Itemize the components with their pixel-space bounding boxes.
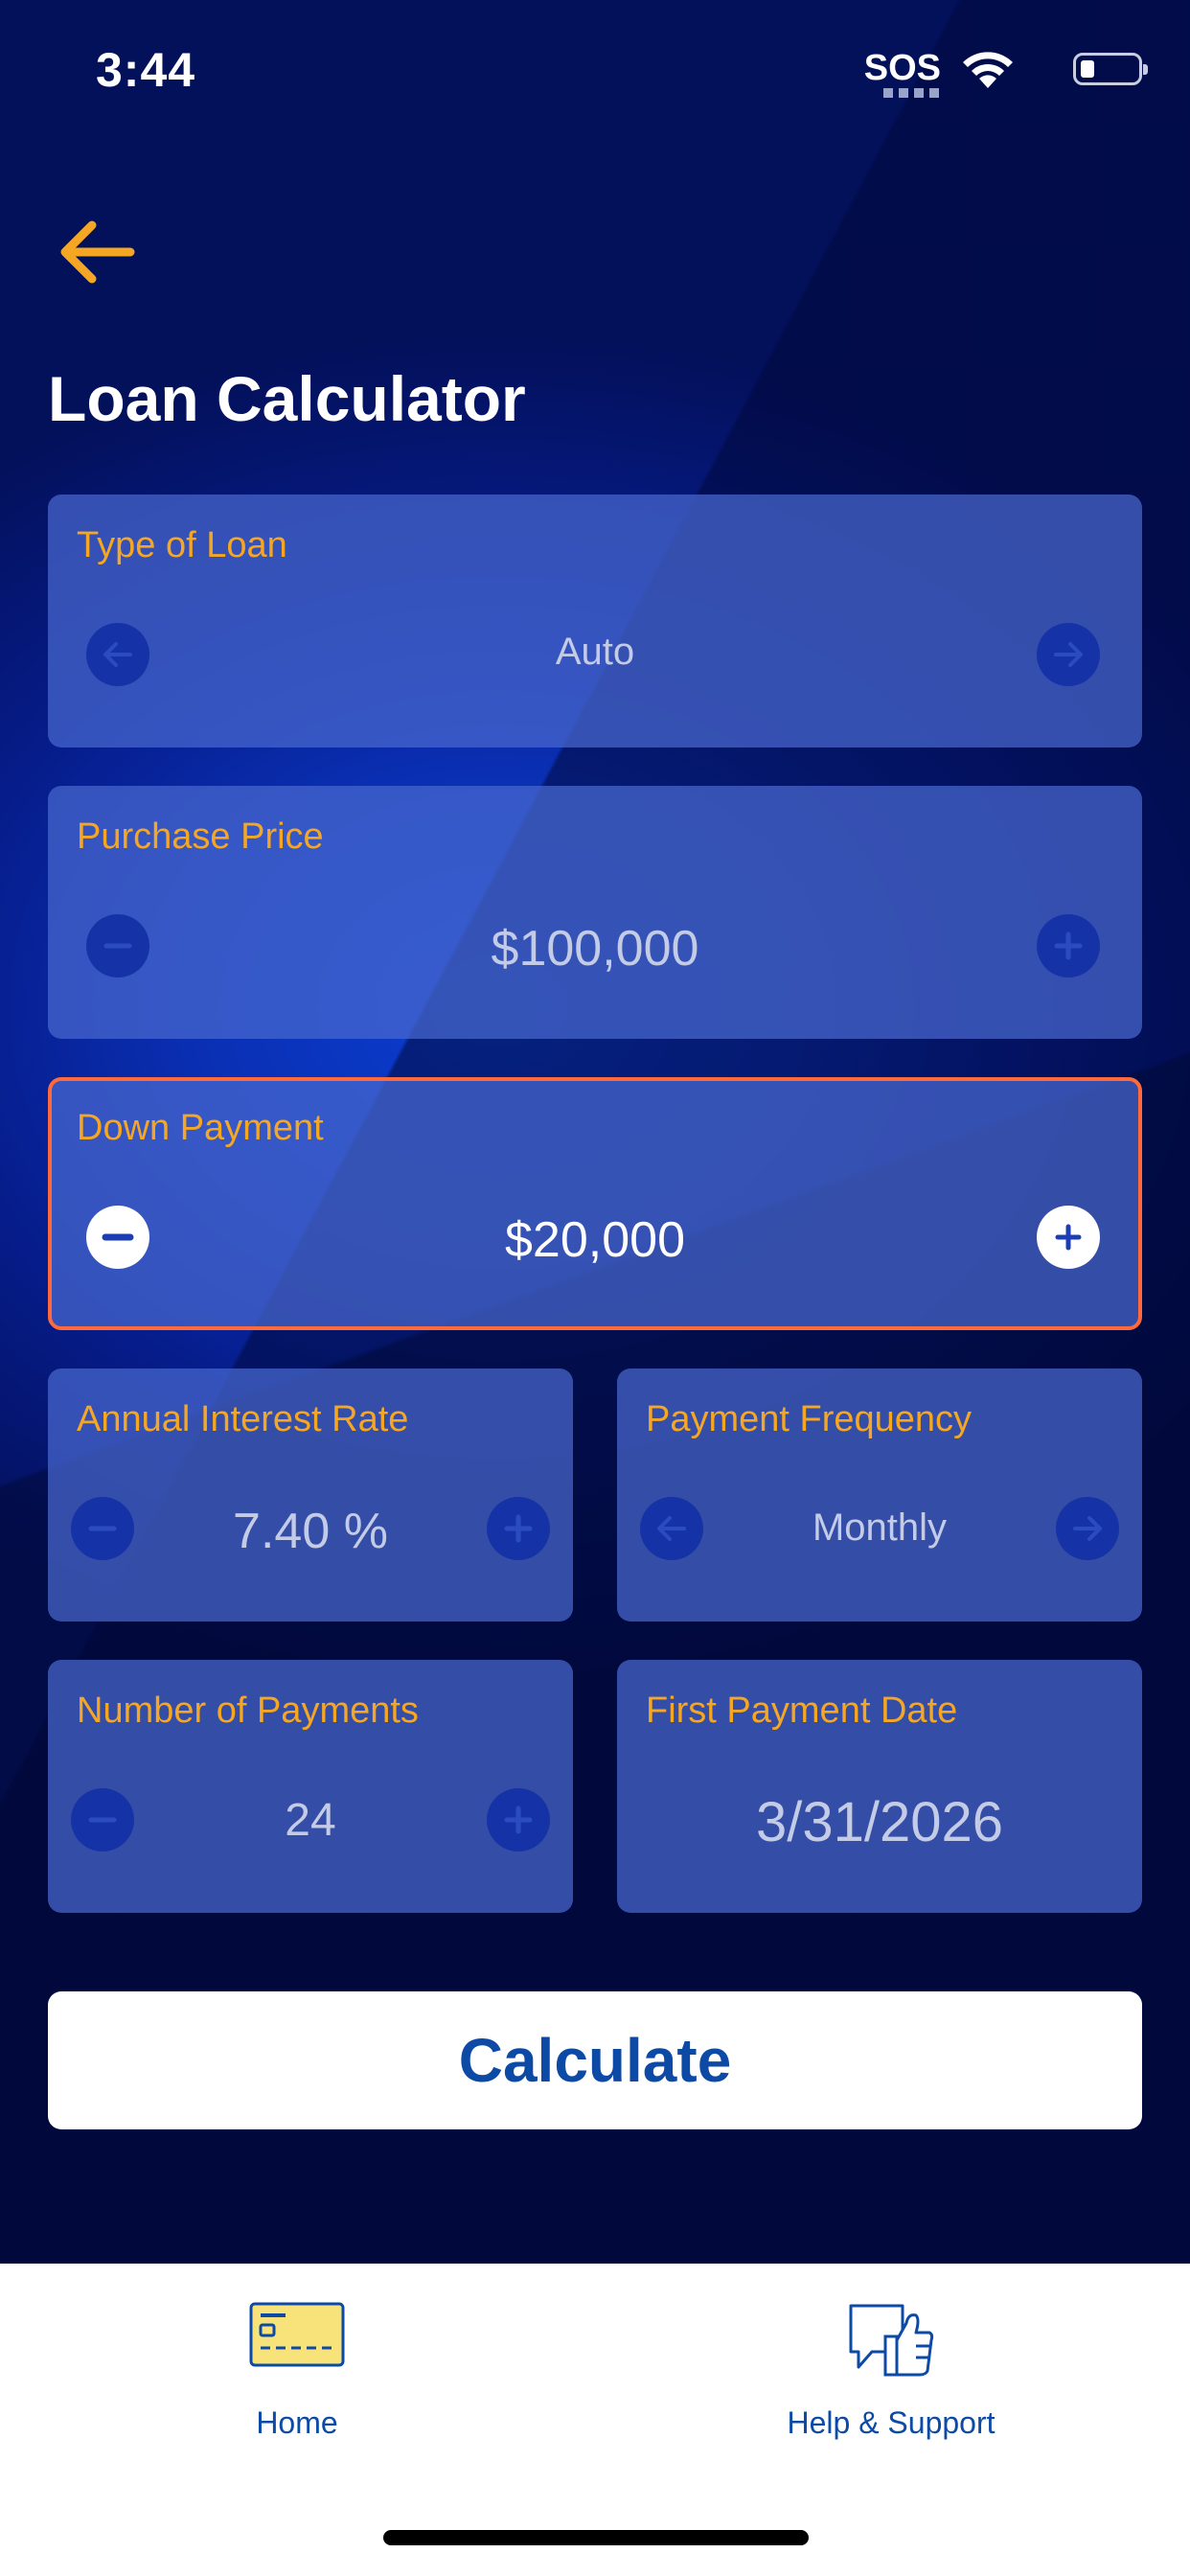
down-payment-increase-button[interactable]	[1037, 1206, 1100, 1269]
status-icons: SOS	[759, 48, 1148, 98]
home-indicator[interactable]	[383, 2530, 809, 2545]
interest-rate-increase-button[interactable]	[487, 1497, 550, 1560]
purchase-price-card: Purchase Price $100,000	[48, 786, 1142, 1039]
payment-frequency-label: Payment Frequency	[646, 1399, 973, 1439]
payment-frequency-card: Payment Frequency Monthly	[617, 1368, 1142, 1622]
purchase-price-label: Purchase Price	[77, 816, 324, 857]
down-payment-value[interactable]: $20,000	[52, 1211, 1138, 1269]
payment-frequency-next-button[interactable]	[1056, 1497, 1119, 1560]
num-payments-card: Number of Payments 24	[48, 1660, 573, 1913]
first-payment-date-card[interactable]: First Payment Date 3/31/2026	[617, 1660, 1142, 1913]
num-payments-label: Number of Payments	[77, 1690, 419, 1731]
calculate-button[interactable]: Calculate	[48, 1991, 1142, 2129]
purchase-price-increase-button[interactable]	[1037, 914, 1100, 978]
down-payment-label: Down Payment	[77, 1108, 324, 1148]
wifi-icon	[963, 52, 1013, 88]
tab-help-support[interactable]: Help & Support	[747, 2264, 1035, 2455]
thumbs-up-chat-icon	[849, 2304, 934, 2377]
loan-type-value: Auto	[555, 631, 635, 673]
interest-rate-card: Annual Interest Rate 7.40 %	[48, 1368, 573, 1622]
down-payment-card: Down Payment $20,000	[48, 1077, 1142, 1330]
tab-home-label: Home	[256, 2405, 338, 2440]
sos-indicator: SOS	[863, 48, 941, 88]
tab-home[interactable]: Home	[192, 2264, 402, 2455]
first-payment-date-label: First Payment Date	[646, 1690, 958, 1731]
purchase-price-value[interactable]: $100,000	[48, 920, 1142, 978]
page-title: Loan Calculator	[48, 363, 526, 434]
arrow-right-icon	[1073, 1516, 1102, 1541]
num-payments-increase-button[interactable]	[487, 1788, 550, 1852]
plus-icon	[504, 1514, 533, 1543]
plus-icon	[1054, 932, 1083, 960]
credit-card-icon	[249, 2302, 345, 2367]
back-arrow-icon[interactable]	[54, 209, 140, 295]
status-time: 3:44	[96, 43, 196, 97]
tab-help-support-label: Help & Support	[787, 2405, 995, 2440]
plus-icon	[504, 1806, 533, 1834]
signal-dots-icon	[883, 88, 941, 98]
arrow-right-icon	[1054, 642, 1083, 667]
interest-rate-label: Annual Interest Rate	[77, 1399, 409, 1439]
plus-icon	[1055, 1224, 1082, 1251]
loan-type-next-button[interactable]	[1037, 623, 1100, 686]
first-payment-date-value[interactable]: 3/31/2026	[617, 1790, 1142, 1854]
loan-type-label: Type of Loan	[77, 525, 287, 565]
loan-calculator-screen: 3:44 SOS Loan Calculator Type of Loan Au…	[0, 0, 1190, 2576]
battery-icon	[1073, 53, 1148, 85]
loan-type-card: Type of Loan Auto	[48, 494, 1142, 748]
